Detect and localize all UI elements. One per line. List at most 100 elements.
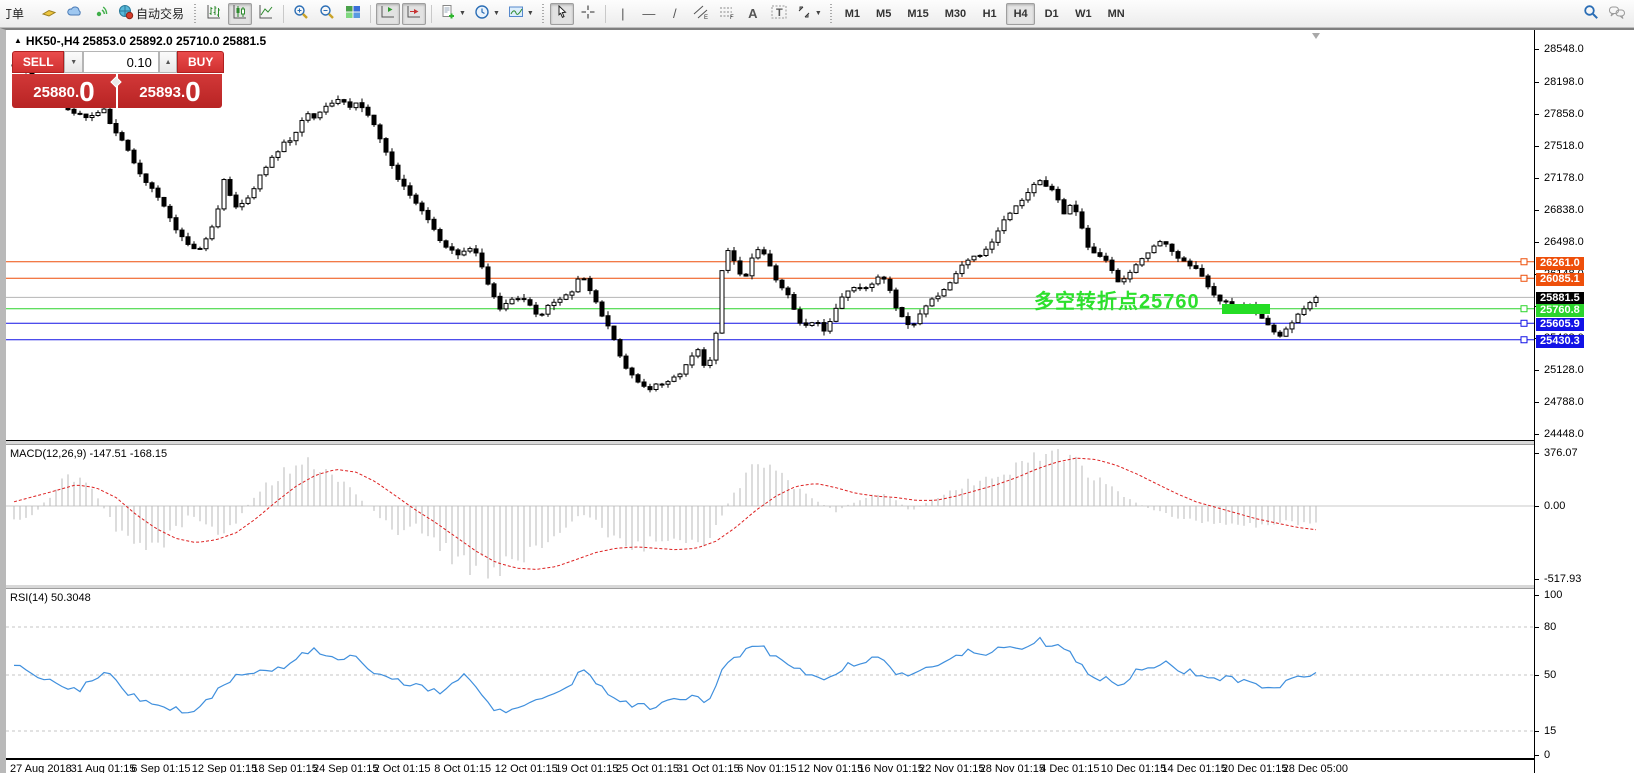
horizontal-line-button[interactable]: — [637, 3, 661, 25]
sell-price-display[interactable]: 25880. 0 [12, 74, 116, 108]
chart-title: ▲ HK50-,H4 25853.0 25892.0 25710.0 25881.… [14, 34, 266, 48]
last-bar-marker-icon [1312, 33, 1320, 39]
price-chart-pane[interactable]: ▲ HK50-,H4 25853.0 25892.0 25710.0 25881.… [6, 30, 1534, 441]
arrows-icon [796, 4, 812, 23]
crosshair-icon [580, 4, 596, 23]
axis-tick-mark [1535, 627, 1539, 628]
dropdown-caret-icon[interactable]: ▼ [459, 10, 466, 17]
period-clock-button[interactable]: ▼ [471, 3, 503, 25]
text-label-icon: T [770, 4, 788, 23]
indicators-button[interactable]: ▼ [505, 3, 537, 25]
dropdown-caret-icon[interactable]: ▼ [527, 10, 534, 17]
svg-text:E: E [704, 15, 708, 20]
favorites-icon-button[interactable] [37, 3, 61, 25]
time-axis-label: 28 Nov 01:15 [979, 763, 1046, 773]
timeframe-button-h4[interactable]: H4 [1006, 2, 1036, 25]
new-order-icon [440, 4, 456, 23]
signals-icon-button[interactable] [89, 3, 113, 25]
time-axis-label: 8 Oct 01:15 [434, 763, 492, 773]
price-line-label[interactable]: 25605.9 [1536, 318, 1584, 332]
timeframe-button-m15[interactable]: M15 [900, 3, 935, 25]
macd-chart[interactable] [6, 445, 1534, 585]
zoom-in-button[interactable] [289, 3, 313, 25]
timeframe-button-m5[interactable]: M5 [869, 3, 898, 25]
dropdown-caret-icon[interactable]: ▼ [815, 10, 822, 17]
cursor-button[interactable] [549, 2, 574, 25]
crosshair-button[interactable] [576, 3, 600, 25]
arrows-button[interactable]: ▼ [793, 3, 825, 25]
time-axis[interactable]: 27 Aug 2018 31 Aug 01:15 6 Sep 01:15 12 Sep… [6, 759, 1534, 773]
svg-text:T: T [776, 7, 783, 19]
time-axis-label: 28 Dec 05:00 [1282, 763, 1349, 773]
time-axis-label: 31 Aug 01:15 [70, 763, 136, 773]
channel-button[interactable]: E [689, 3, 713, 25]
dropdown-caret-icon[interactable]: ▼ [493, 10, 500, 17]
text-label-button[interactable]: T [767, 3, 791, 25]
volume-step-down-button[interactable]: ▼ [64, 51, 83, 73]
volume-step-up-button[interactable]: ▲ [158, 51, 178, 73]
candlestick-chart[interactable] [6, 30, 1534, 440]
timeframe-button-h1[interactable]: H1 [975, 3, 1004, 25]
timeframe-button-m30[interactable]: M30 [938, 3, 973, 25]
pivot-annotation-text[interactable]: 多空转折点25760 [1034, 285, 1200, 314]
rsi-chart[interactable] [6, 589, 1534, 758]
timeframe-button-m1[interactable]: M1 [838, 3, 867, 25]
autotrading-button[interactable]: 自动交易 [115, 3, 189, 25]
price-line-label[interactable]: 26085.1 [1536, 273, 1584, 287]
line-chart-icon [258, 4, 274, 23]
profiles-icon-button[interactable] [63, 3, 87, 25]
rsi-pane[interactable]: RSI(14) 50.3048 [6, 589, 1534, 759]
toolbar-grip[interactable] [828, 3, 834, 24]
trendline-button[interactable]: / [663, 3, 687, 25]
svg-text:F: F [730, 15, 734, 20]
zoom-in-icon [293, 4, 309, 23]
axis-tick-mark [1535, 434, 1539, 435]
rsi-value: 50.3048 [50, 592, 91, 604]
time-axis-label: 14 Dec 01:15 [1161, 763, 1227, 773]
favorites-icon [41, 4, 57, 23]
tile-windows-button[interactable] [341, 3, 365, 25]
buy-price-display[interactable]: 25893. 0 [118, 74, 222, 108]
chart-shift-button[interactable] [376, 2, 401, 25]
rsi-axis-tick: 100 [1544, 589, 1563, 601]
axis-tick-mark [1535, 145, 1539, 147]
axis-tick-mark [1535, 81, 1539, 83]
price-line-label[interactable]: 26261.0 [1536, 256, 1584, 270]
price-line-label[interactable]: 25430.3 [1536, 334, 1584, 348]
macd-pane[interactable]: MACD(12,26,9) -147.51 -168.15 [6, 445, 1534, 586]
price-axis[interactable]: 28548.0 28198.0 27858.0 27518.0 27178.0 26838… [1534, 30, 1634, 773]
axis-tick-mark [1535, 402, 1539, 404]
chart-title-ohlc: 25853.0 25892.0 25710.0 25881.5 [82, 34, 267, 48]
bar-chart-button[interactable] [202, 3, 226, 25]
fibonacci-button[interactable]: F [715, 3, 739, 25]
toolbar-separator [370, 4, 372, 23]
new-order-label-clipped[interactable]: 订单 [6, 5, 34, 22]
buy-button[interactable]: BUY [177, 51, 225, 73]
volume-input[interactable]: 0.10 [82, 51, 159, 73]
timeframe-group: M1 M5 M15 M30 H1 H4 D1 W1 MN [837, 2, 1133, 25]
chart-collapse-icon[interactable]: ▲ [14, 36, 22, 45]
time-axis-label: 12 Nov 01:15 [797, 763, 864, 773]
timeframe-button-d1[interactable]: D1 [1037, 3, 1066, 25]
candlestick-chart-button[interactable] [228, 2, 253, 25]
line-chart-button[interactable] [254, 3, 278, 25]
chat-button[interactable] [1605, 3, 1629, 25]
new-order-button[interactable]: ▼ [437, 3, 469, 25]
pivot-annotation-bar[interactable] [1222, 303, 1270, 314]
search-button[interactable] [1579, 3, 1603, 25]
toolbar-grip[interactable] [193, 3, 199, 24]
axis-tick-mark [1535, 731, 1539, 732]
auto-scroll-button[interactable] [402, 2, 427, 25]
toolbar-grip[interactable] [540, 3, 546, 24]
timeframe-button-w1[interactable]: W1 [1068, 3, 1099, 25]
time-axis-label: 20 Dec 01:15 [1222, 763, 1288, 773]
sell-button[interactable]: SELL [12, 51, 65, 73]
text-button[interactable]: A [741, 3, 765, 25]
timeframe-button-mn[interactable]: MN [1101, 3, 1132, 25]
zoom-out-button[interactable] [315, 3, 339, 25]
zoom-out-icon [319, 4, 335, 23]
vertical-line-button[interactable]: | [611, 3, 635, 25]
rsi-label: RSI(14) 50.3048 [10, 592, 91, 604]
price-line-label[interactable]: 25760.8 [1536, 303, 1584, 317]
price-axis-tick: 27858.0 [1544, 107, 1584, 120]
